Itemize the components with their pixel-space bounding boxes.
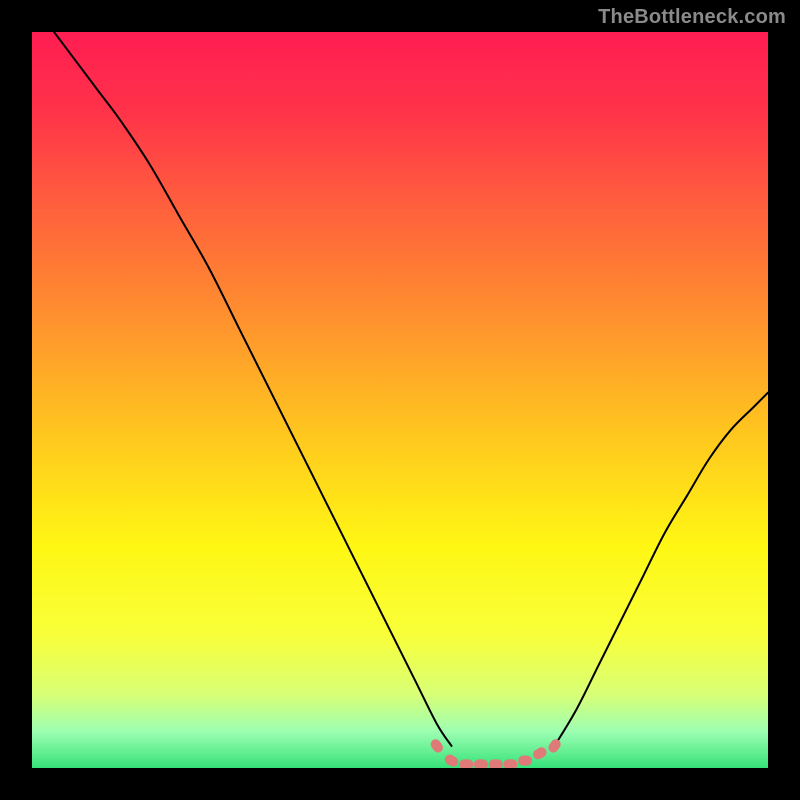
plot-area <box>32 32 768 768</box>
watermark-text: TheBottleneck.com <box>598 6 786 29</box>
chart-frame: TheBottleneck.com <box>0 0 800 800</box>
bottleneck-curve-left <box>54 32 451 746</box>
bottleneck-curve-right <box>555 393 768 746</box>
curve-layer <box>32 32 768 768</box>
